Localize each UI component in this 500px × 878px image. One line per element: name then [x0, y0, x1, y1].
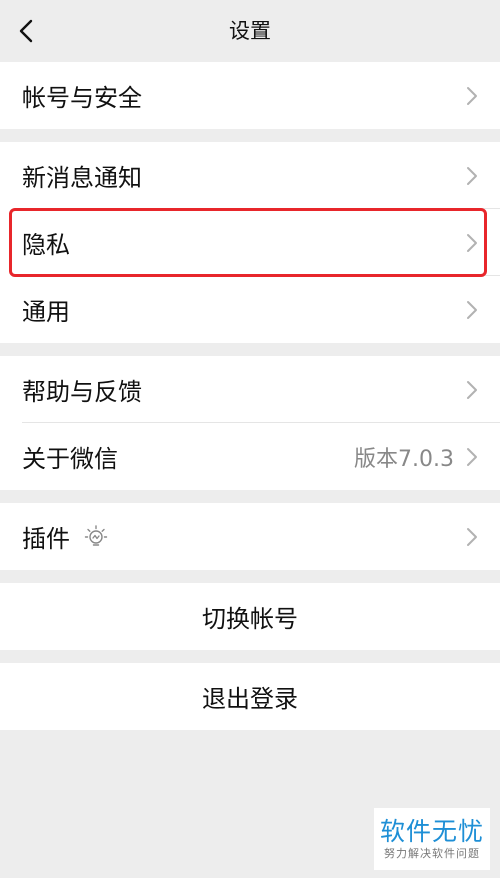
- watermark: 软件无忧 努力解决软件问题: [374, 808, 490, 870]
- logout-button[interactable]: 退出登录: [0, 663, 500, 730]
- chevron-right-icon: [466, 85, 478, 107]
- watermark-title: 软件无忧: [379, 817, 484, 846]
- version-value: 版本7.0.3: [354, 446, 454, 472]
- general-label: 通用: [22, 298, 70, 326]
- chevron-right-icon: [466, 446, 478, 468]
- about-row[interactable]: 关于微信 版本7.0.3: [0, 423, 500, 490]
- chevron-right-icon: [466, 299, 478, 321]
- chevron-right-icon: [466, 165, 478, 187]
- plugins-group: 插件: [0, 503, 500, 570]
- page-title: 设置: [229, 19, 271, 43]
- notifications-row[interactable]: 新消息通知: [0, 142, 500, 209]
- general-row[interactable]: 通用: [0, 276, 500, 343]
- chevron-right-icon: [466, 379, 478, 401]
- help-group: 帮助与反馈 关于微信 版本7.0.3: [0, 356, 500, 490]
- about-label: 关于微信: [22, 445, 118, 473]
- notifications-label: 新消息通知: [22, 164, 142, 192]
- plugins-row[interactable]: 插件: [0, 503, 500, 570]
- watermark-subtitle: 努力解决软件问题: [384, 847, 480, 860]
- settings-group: 新消息通知 隐私 通用: [0, 142, 500, 343]
- chevron-right-icon: [466, 232, 478, 254]
- chevron-right-icon: [466, 526, 478, 548]
- logout-label: 退出登录: [202, 685, 298, 713]
- navigation-bar: 设置: [0, 0, 500, 62]
- help-feedback-row[interactable]: 帮助与反馈: [0, 356, 500, 423]
- plugins-label: 插件: [22, 525, 70, 553]
- switch-account-label: 切换帐号: [202, 605, 298, 633]
- account-security-label: 帐号与安全: [22, 84, 142, 112]
- switch-account-group: 切换帐号: [0, 583, 500, 650]
- help-feedback-label: 帮助与反馈: [22, 378, 142, 406]
- logout-group: 退出登录: [0, 663, 500, 730]
- account-group: 帐号与安全: [0, 62, 500, 129]
- privacy-label: 隐私: [22, 231, 70, 259]
- privacy-row[interactable]: 隐私: [0, 209, 500, 276]
- account-security-row[interactable]: 帐号与安全: [0, 62, 500, 129]
- lightbulb-icon: [84, 524, 108, 549]
- switch-account-button[interactable]: 切换帐号: [0, 583, 500, 650]
